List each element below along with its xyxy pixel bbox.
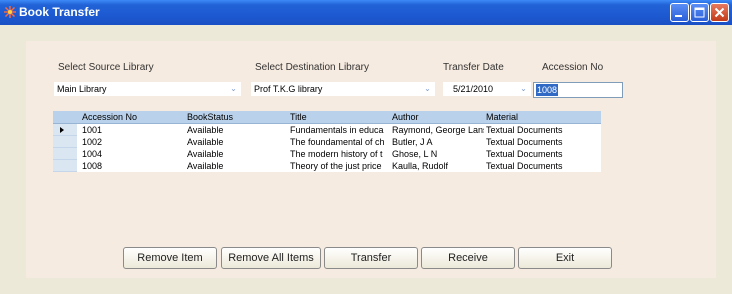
accession-no-value: 1008 <box>536 84 559 96</box>
grid-header: Accession No BookStatus Title Author Mat… <box>53 111 601 124</box>
destination-library-select[interactable]: Prof T.K.G library ⌄ <box>250 81 436 97</box>
accession-no-label: Accession No <box>542 62 604 73</box>
receive-button[interactable]: Receive <box>421 247 515 269</box>
cell-book-status[interactable]: Available <box>187 148 282 160</box>
cell-material[interactable]: Textual Documents <box>486 136 586 148</box>
cell-material[interactable]: Textual Documents <box>486 160 586 172</box>
app-icon <box>4 6 16 18</box>
remove-item-button[interactable]: Remove Item <box>123 247 217 269</box>
chevron-down-icon[interactable]: ⌄ <box>227 83 240 95</box>
chevron-down-icon[interactable]: ⌄ <box>517 83 530 95</box>
chevron-down-icon[interactable]: ⌄ <box>421 83 434 95</box>
cell-accession-no[interactable]: 1008 <box>82 160 182 172</box>
cell-author[interactable]: Ghose, L N <box>392 148 484 160</box>
cell-title[interactable]: Fundamentals in educa <box>290 124 387 136</box>
column-header-author[interactable]: Author <box>392 111 484 123</box>
cell-material[interactable]: Textual Documents <box>486 124 586 136</box>
cell-book-status[interactable]: Available <box>187 160 282 172</box>
close-button[interactable] <box>710 3 729 22</box>
transfer-date-value: 5/21/2010 <box>453 84 494 94</box>
source-library-value: Main Library <box>57 84 107 94</box>
destination-library-value: Prof T.K.G library <box>254 84 323 94</box>
cell-material[interactable]: Textual Documents <box>486 148 586 160</box>
source-library-label: Select Source Library <box>58 62 154 73</box>
cell-author[interactable]: Raymond, George Lans <box>392 124 484 136</box>
transfer-button[interactable]: Transfer <box>324 247 418 269</box>
books-grid[interactable]: Accession No BookStatus Title Author Mat… <box>53 111 601 176</box>
cell-title[interactable]: Theory of the just price <box>290 160 387 172</box>
table-row[interactable]: 1001 Available Fundamentals in educa Ray… <box>53 124 601 136</box>
table-row[interactable]: 1002 Available The foundamental of ch Bu… <box>53 136 601 148</box>
accession-no-input[interactable]: 1008 <box>533 82 623 98</box>
column-header-accession-no[interactable]: Accession No <box>82 111 182 123</box>
cell-book-status[interactable]: Available <box>187 124 282 136</box>
cell-accession-no[interactable]: 1004 <box>82 148 182 160</box>
row-header[interactable] <box>53 148 77 160</box>
cell-author[interactable]: Butler, J A <box>392 136 484 148</box>
maximize-button[interactable] <box>690 3 709 22</box>
column-header-material[interactable]: Material <box>486 111 586 123</box>
cell-accession-no[interactable]: 1001 <box>82 124 182 136</box>
destination-library-label: Select Destination Library <box>255 62 369 73</box>
cell-title[interactable]: The foundamental of ch <box>290 136 387 148</box>
minimize-button[interactable] <box>670 3 689 22</box>
close-icon <box>714 7 725 18</box>
row-header[interactable] <box>53 160 77 172</box>
remove-all-items-button[interactable]: Remove All Items <box>221 247 321 269</box>
column-header-book-status[interactable]: BookStatus <box>187 111 282 123</box>
column-header-title[interactable]: Title <box>290 111 387 123</box>
cell-accession-no[interactable]: 1002 <box>82 136 182 148</box>
window-title: Book Transfer <box>19 5 100 19</box>
book-transfer-window: Book Transfer Select Source Library Sele… <box>0 0 732 294</box>
minimize-icon <box>675 15 682 17</box>
table-row[interactable]: 1008 Available Theory of the just price … <box>53 160 601 172</box>
exit-button[interactable]: Exit <box>518 247 612 269</box>
row-pointer-icon[interactable] <box>53 124 77 136</box>
title-bar[interactable]: Book Transfer <box>0 0 732 25</box>
cell-author[interactable]: Kaulla, Rudolf <box>392 160 484 172</box>
cell-book-status[interactable]: Available <box>187 136 282 148</box>
row-header[interactable] <box>53 136 77 148</box>
source-library-select[interactable]: Main Library ⌄ <box>53 81 242 97</box>
maximize-icon <box>694 7 705 18</box>
transfer-date-picker[interactable]: 5/21/2010 ⌄ <box>442 81 532 97</box>
cell-title[interactable]: The modern history of t <box>290 148 387 160</box>
table-row[interactable]: 1004 Available The modern history of t G… <box>53 148 601 160</box>
transfer-date-label: Transfer Date <box>443 62 504 73</box>
